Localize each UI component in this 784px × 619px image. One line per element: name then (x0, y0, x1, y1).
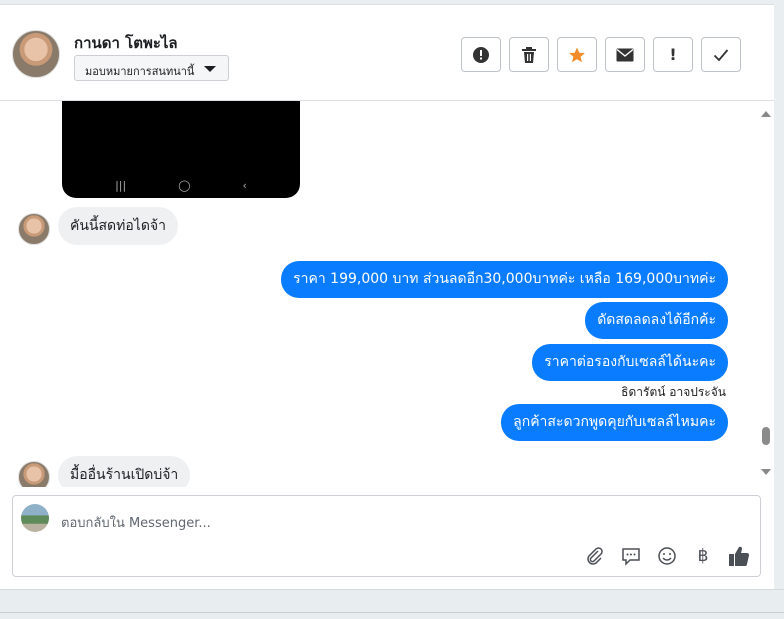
assign-conversation-dropdown[interactable]: มอบหมายการสนทนานี้ (74, 55, 229, 81)
scrollbar-thumb[interactable] (762, 427, 770, 445)
trash-icon (522, 46, 536, 63)
alert-button[interactable] (461, 37, 501, 72)
mark-important-button[interactable]: ! (653, 37, 693, 72)
attached-phone-screenshot[interactable]: ||| ◯ ‹ (62, 101, 300, 198)
thread-scrollbar[interactable] (758, 101, 774, 487)
scroll-up-arrow-icon[interactable] (761, 111, 771, 117)
outgoing-message: ราคา 199,000 บาท ส่วนลดอีก30,000บาทค่ะ เ… (281, 261, 728, 298)
reply-composer[interactable]: ตอบกลับใน Messenger... ฿ (12, 495, 761, 577)
sender-name: ธิดารัตน์ อาจประจัน (621, 385, 726, 399)
caret-down-icon (204, 66, 216, 72)
alert-circle-icon (473, 46, 489, 63)
assign-label: มอบหมายการสนทนานี้ (85, 65, 195, 78)
mark-done-button[interactable] (701, 37, 741, 72)
exclamation-icon: ! (669, 45, 677, 64)
incoming-message: มื้ออื่นร้านเปิดบ่จ้า (58, 456, 191, 487)
divider (0, 612, 784, 613)
star-icon (569, 47, 585, 62)
conversation-header: กานดา โตพะไล มอบหมายการสนทนานี้ ! (0, 5, 774, 101)
incoming-message: คันนี้สดท่อไดจ้า (58, 207, 178, 245)
check-icon (713, 48, 729, 61)
reply-input[interactable]: ตอบกลับใน Messenger... (61, 512, 211, 533)
window-bottom-strip (0, 589, 784, 619)
smiley-icon[interactable] (655, 544, 679, 568)
baht-icon[interactable]: ฿ (691, 544, 715, 568)
scroll-down-arrow-icon[interactable] (761, 469, 771, 475)
back-icon: ‹ (242, 179, 247, 192)
star-button[interactable] (557, 37, 597, 72)
page-avatar (21, 504, 49, 532)
outgoing-message: ดัดสดลดลงได้อีกค้ะ (585, 302, 728, 339)
conversation-panel: กานดา โตพะไล มอบหมายการสนทนานี้ ! ||| ◯ (0, 4, 774, 589)
home-icon: ◯ (178, 179, 191, 192)
chat-bubble-icon[interactable] (619, 544, 643, 568)
envelope-icon (616, 48, 634, 61)
contact-avatar-small (18, 461, 50, 487)
paperclip-icon[interactable] (583, 544, 607, 568)
mail-button[interactable] (605, 37, 645, 72)
recent-apps-icon: ||| (115, 179, 127, 192)
thumbs-up-icon[interactable] (727, 544, 751, 568)
contact-avatar[interactable] (12, 30, 60, 78)
outgoing-message: ลูกค้าสะดวกพูดคุยกับเซลล์ไหมคะ (501, 404, 728, 441)
phone-nav-bar: ||| ◯ ‹ (62, 179, 300, 192)
outgoing-message: ราคาต่อรองกับเซลล์ได้นะคะ (532, 344, 728, 381)
contact-avatar-small (18, 213, 50, 245)
delete-button[interactable] (509, 37, 549, 72)
message-thread[interactable]: ||| ◯ ‹ คันนี้สดท่อไดจ้า ราคา 199,000 บา… (0, 101, 774, 487)
contact-name[interactable]: กานดา โตพะไล (74, 31, 178, 55)
